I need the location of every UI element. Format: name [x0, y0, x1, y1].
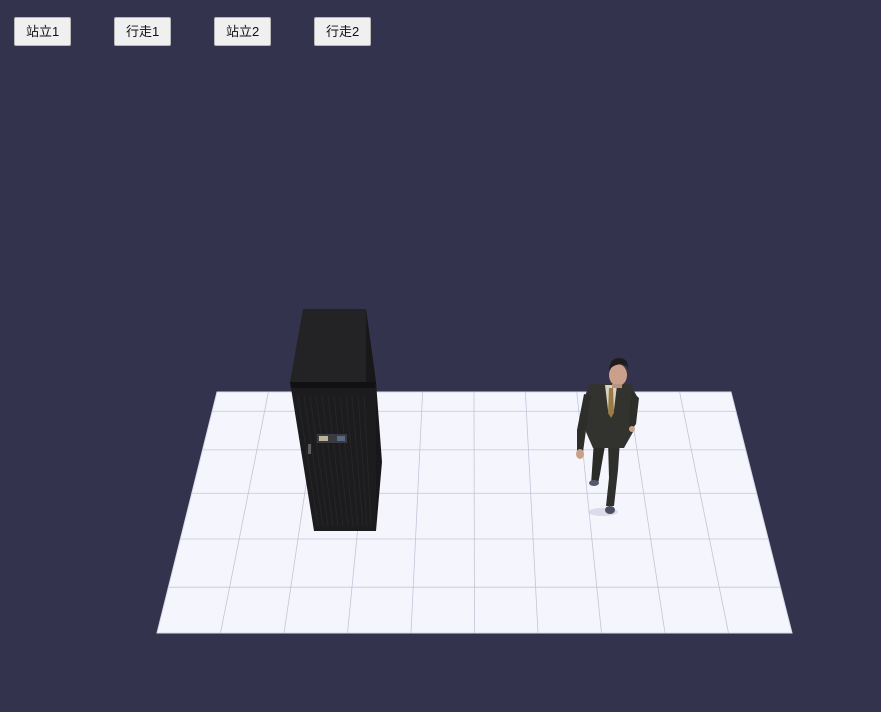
grid-line — [473, 391, 475, 634]
3d-viewport[interactable] — [0, 0, 881, 712]
floor-grid — [156, 391, 793, 634]
cabinet-handle — [308, 444, 311, 454]
